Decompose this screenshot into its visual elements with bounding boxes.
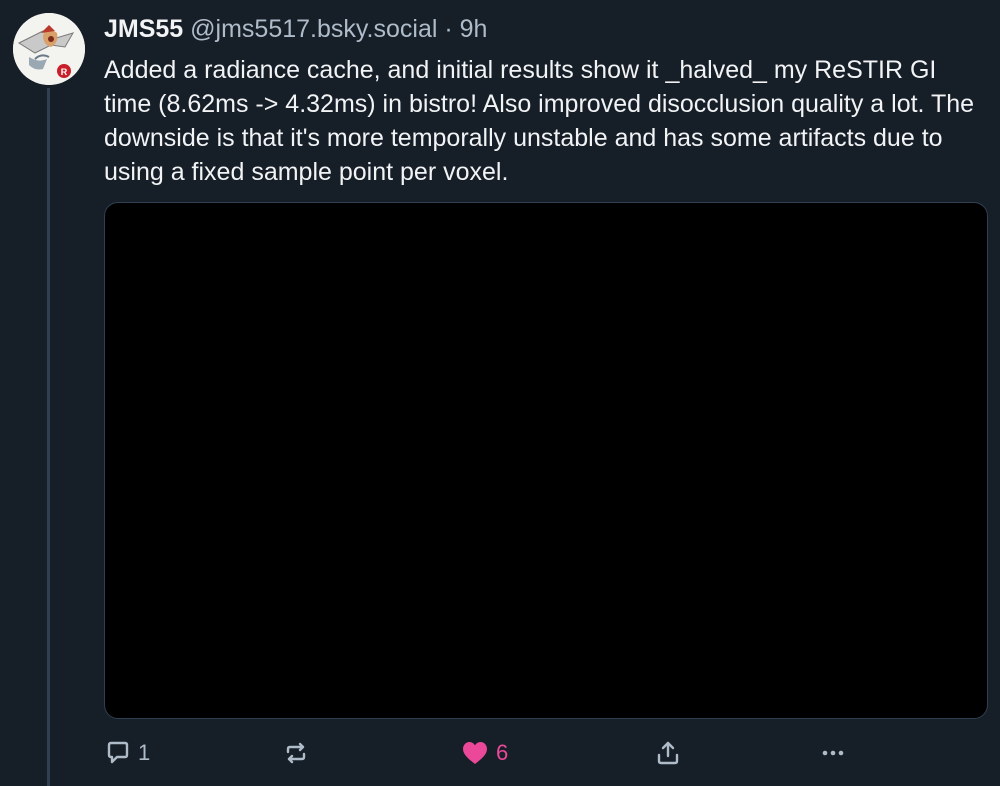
reply-count: 1 [138, 740, 151, 765]
svg-text:R: R [61, 67, 68, 77]
more-icon [818, 739, 848, 767]
reply-button[interactable]: 1 [104, 735, 150, 771]
post-timestamp[interactable]: 9h [460, 15, 488, 43]
post-header: JMS55 @jms5517.bsky.social · 9h [104, 14, 487, 44]
header-separator: · [444, 15, 453, 43]
heart-icon [460, 739, 490, 767]
repost-icon [282, 739, 310, 767]
reply-icon [104, 739, 132, 767]
post-media[interactable] [104, 202, 988, 719]
author-display-name[interactable]: JMS55 [104, 15, 183, 43]
avatar-image: R [13, 13, 85, 85]
repost-button[interactable] [282, 735, 316, 771]
avatar[interactable]: R [13, 13, 85, 85]
post-text: Added a radiance cache, and initial resu… [104, 56, 975, 186]
share-button[interactable] [654, 735, 682, 771]
author-handle[interactable]: @jms5517.bsky.social [190, 15, 437, 43]
share-icon [654, 739, 682, 767]
thread-line [47, 88, 50, 786]
more-options-button[interactable] [818, 735, 848, 771]
post: R JMS55 @jms5517.bsky.social · 9h Added … [0, 0, 1000, 786]
post-actions: 1 6 [100, 735, 860, 771]
like-button[interactable]: 6 [460, 735, 508, 771]
like-count: 6 [496, 740, 509, 765]
